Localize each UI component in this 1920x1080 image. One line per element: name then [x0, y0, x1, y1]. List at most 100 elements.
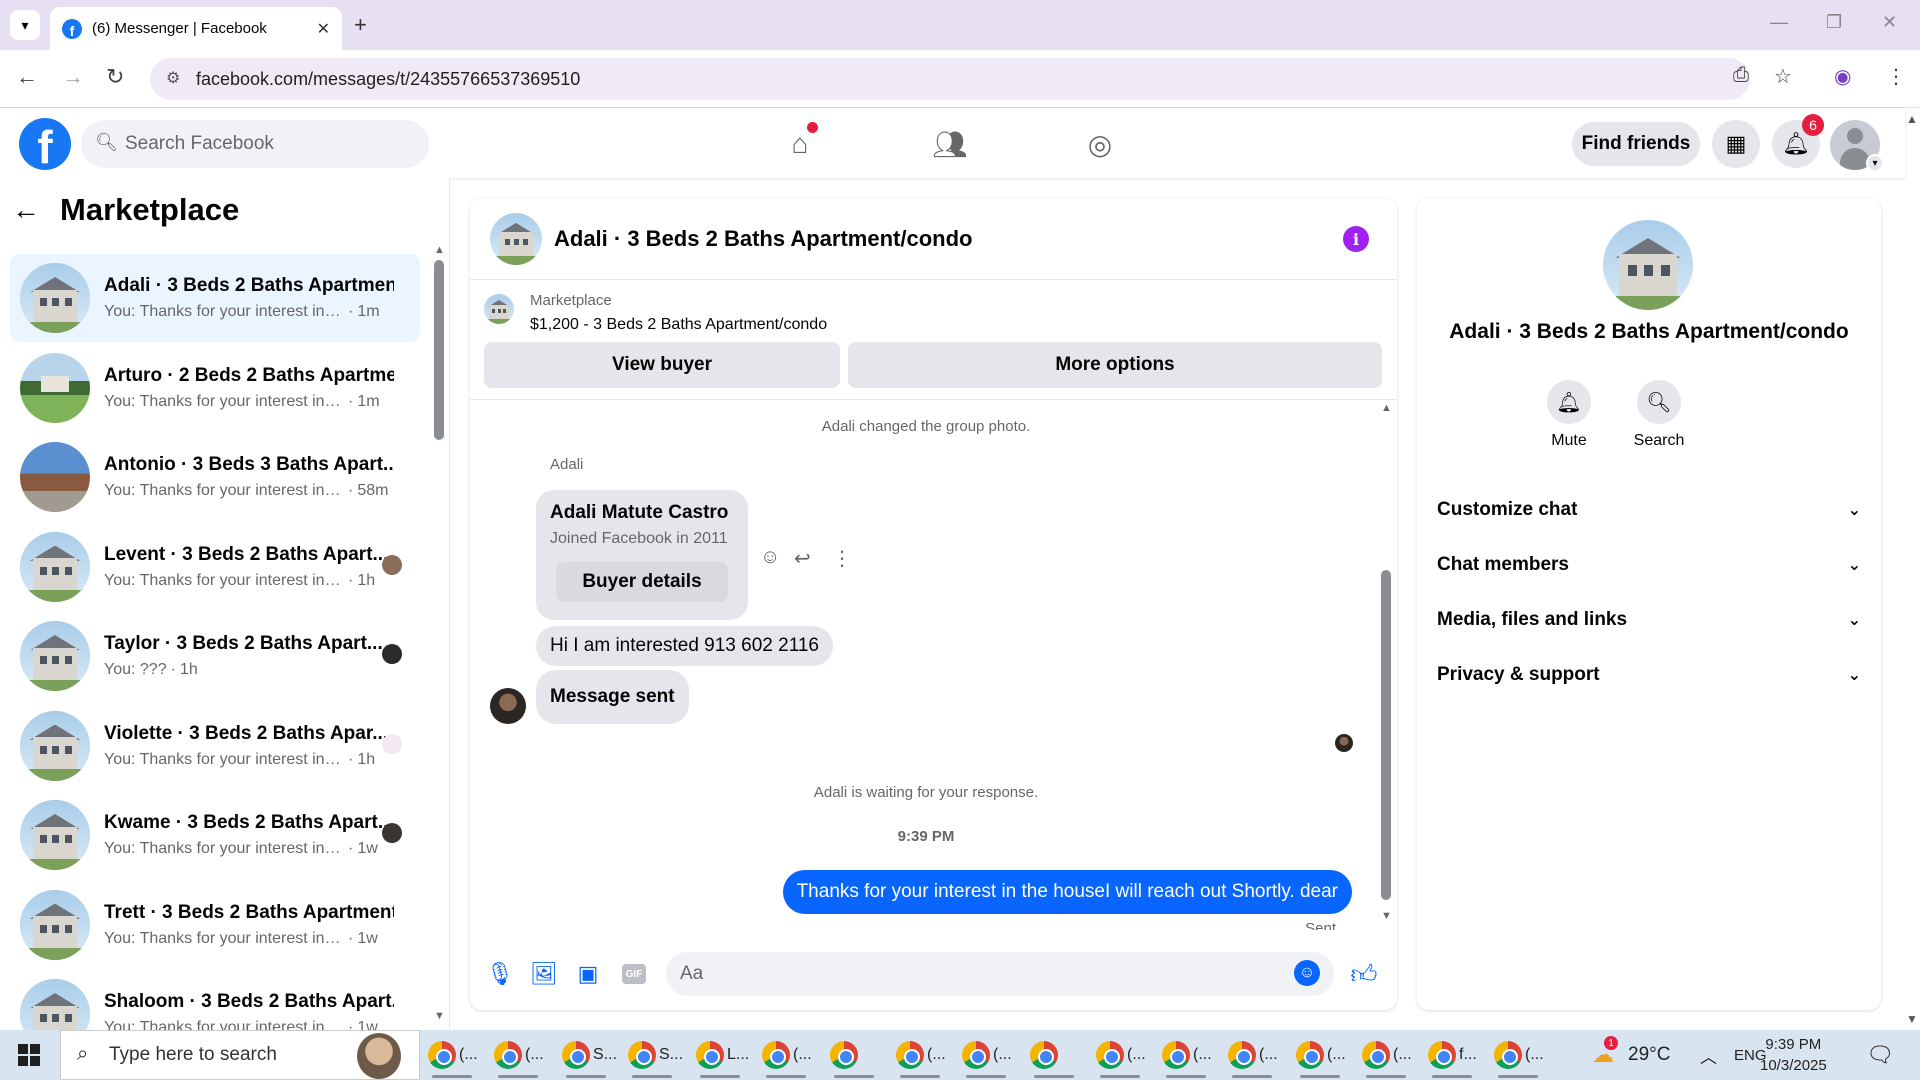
taskbar-app[interactable]: S...	[562, 1038, 617, 1078]
more-actions-icon[interactable]: ⋮	[832, 546, 852, 571]
sidebar-scrollbar[interactable]: ▲	[434, 244, 445, 618]
windows-start-icon[interactable]	[18, 1044, 40, 1066]
attach-photo-icon[interactable]: 🖼︎	[530, 960, 558, 988]
notification-center-icon[interactable]: 🗨︎	[1866, 1030, 1894, 1080]
restore-icon[interactable]: ❐	[1826, 12, 1842, 33]
chat-avatar[interactable]	[490, 212, 542, 265]
chat-title[interactable]: Adali · 3 Beds 2 Baths Apartment/condo	[554, 226, 972, 252]
taskbar-app-label: f...	[1459, 1046, 1477, 1063]
back-arrow-icon[interactable]: ←	[12, 194, 40, 226]
facebook-search-input[interactable]: 🔍︎ Search Facebook	[81, 120, 429, 168]
install-app-icon[interactable]: ⎙	[1733, 64, 1749, 87]
page-scroll-down-icon[interactable]: ▼	[1906, 1012, 1918, 1026]
menu-kebab-icon[interactable]: ⋮	[1886, 64, 1906, 89]
site-settings-icon[interactable]: ⚙	[166, 68, 180, 88]
taskbar-app[interactable]: (...	[428, 1038, 478, 1078]
reply-icon[interactable]: ↩	[794, 546, 811, 571]
chat-members-row[interactable]: Chat members ⌄	[1437, 545, 1861, 585]
tray-chevron-icon[interactable]: ︿	[1700, 1030, 1717, 1080]
scroll-down-icon[interactable]: ▼	[1381, 910, 1392, 922]
chat-scroll-thumb[interactable]	[1381, 570, 1391, 900]
scroll-up-icon[interactable]: ▲	[1381, 402, 1392, 414]
facebook-logo-icon[interactable]: f	[19, 118, 71, 170]
window-close-icon[interactable]: ✕	[1882, 12, 1897, 33]
taskbar-search-input[interactable]: ⌕ Type here to search	[60, 1030, 420, 1080]
taskbar-app[interactable]: (...	[494, 1038, 544, 1078]
app-active-indicator	[966, 1075, 1006, 1078]
tab-list-button[interactable]: ▾	[10, 10, 40, 40]
sender-avatar[interactable]	[490, 688, 526, 724]
conversation-item[interactable]: Adali · 3 Beds 2 Baths Apartmen... You: T…	[10, 254, 420, 342]
bookmark-star-icon[interactable]: ☆	[1774, 64, 1792, 89]
microphone-icon[interactable]: 🎙︎	[486, 960, 514, 988]
taskbar-app[interactable]: (...	[1362, 1038, 1412, 1078]
emoji-icon[interactable]: ☺	[1294, 960, 1320, 986]
media-files-links-row[interactable]: Media, files and links ⌄	[1437, 600, 1861, 640]
customize-chat-row[interactable]: Customize chat ⌄	[1437, 490, 1861, 530]
groups-icon[interactable]: ◎	[1080, 124, 1120, 164]
info-icon[interactable]: i	[1343, 226, 1369, 252]
conversation-item[interactable]: Violette · 3 Beds 2 Baths Apar... You: Th…	[10, 702, 420, 790]
friends-icon[interactable]: 👥︎	[930, 124, 970, 164]
taskbar-app[interactable]: (...	[1296, 1038, 1346, 1078]
conversation-item[interactable]: Taylor · 3 Beds 2 Baths Apart... You: ???…	[10, 612, 420, 700]
listing-title[interactable]: $1,200 - 3 Beds 2 Baths Apartment/condo	[530, 316, 827, 334]
sticker-icon[interactable]: ▣	[574, 960, 602, 988]
taskbar-app[interactable]: S...	[628, 1038, 683, 1078]
conversation-avatar[interactable]	[1603, 220, 1693, 310]
taskbar-app[interactable]: f...	[1428, 1038, 1477, 1078]
minimize-icon[interactable]: —	[1770, 12, 1788, 33]
taskbar-app[interactable]	[1030, 1038, 1074, 1078]
url-bar[interactable]: ⚙ facebook.com/messages/t/24355766537369…	[150, 58, 1750, 100]
taskbar-app[interactable]: L...	[696, 1038, 749, 1078]
incoming-message[interactable]: Hi I am interested 913 602 2116	[536, 626, 833, 666]
account-chevron-icon[interactable]: ▾	[1866, 154, 1884, 172]
conversation-item[interactable]: Kwame · 3 Beds 2 Baths Apart... You: Than…	[10, 791, 420, 879]
conversation-item[interactable]: Antonio · 3 Beds 3 Baths Apart... You: Th…	[10, 433, 420, 521]
gif-icon[interactable]: GIF	[622, 964, 646, 984]
scroll-up-icon[interactable]: ▲	[434, 244, 445, 256]
conversation-item[interactable]: Trett · 3 Beds 2 Baths Apartment... You: …	[10, 881, 420, 969]
close-icon[interactable]: ✕	[317, 19, 330, 39]
browser-tab-messenger[interactable]: f (6) Messenger | Facebook ✕	[50, 7, 342, 50]
incoming-message[interactable]: Message sent	[536, 670, 689, 724]
taskbar-app[interactable]: (...	[962, 1038, 1012, 1078]
taskbar-app[interactable]: (...	[1494, 1038, 1544, 1078]
menu-grid-icon[interactable]: ▦	[1712, 120, 1760, 168]
taskbar-app[interactable]	[830, 1038, 874, 1078]
scroll-down-icon[interactable]: ▼	[434, 1010, 445, 1022]
buyer-details-button[interactable]: Buyer details	[556, 562, 728, 602]
taskbar-app[interactable]: (...	[762, 1038, 812, 1078]
taskbar-app[interactable]: (...	[1228, 1038, 1278, 1078]
notifications-bell-icon[interactable]: 🔔︎ 6	[1772, 114, 1824, 168]
mute-action[interactable]: 🔔︎ Mute	[1529, 380, 1609, 450]
find-friends-button[interactable]: Find friends	[1572, 122, 1700, 166]
taskbar-app[interactable]: (...	[1162, 1038, 1212, 1078]
home-notification-dot	[807, 122, 818, 133]
react-emoji-icon[interactable]: ☺	[760, 546, 780, 569]
message-input[interactable]: Aa ☺	[666, 952, 1334, 996]
home-icon[interactable]: ⌂	[780, 122, 820, 164]
thumbs-up-icon[interactable]: 👍︎	[1350, 959, 1378, 989]
taskbar-app[interactable]: (...	[1096, 1038, 1146, 1078]
outgoing-message[interactable]: Thanks for your interest in the houseI w…	[782, 870, 1352, 914]
reload-icon[interactable]: ↻	[106, 64, 124, 90]
taskbar-app[interactable]: (...	[896, 1038, 946, 1078]
page-scroll-up-icon[interactable]: ▲	[1906, 112, 1918, 126]
search-action[interactable]: 🔍︎ Search	[1619, 380, 1699, 450]
conversation-item[interactable]: Levent · 3 Beds 2 Baths Apart... You: Tha…	[10, 523, 420, 611]
conversation-item[interactable]: Arturo · 2 Beds 2 Baths Apartme... You: T…	[10, 344, 420, 432]
more-options-button[interactable]: More options	[848, 342, 1382, 388]
privacy-support-row[interactable]: Privacy & support ⌄	[1437, 655, 1861, 695]
back-icon[interactable]: ←	[16, 64, 38, 90]
new-tab-icon[interactable]: +	[354, 12, 367, 38]
conversation-item[interactable]: Shaloom · 3 Beds 2 Baths Apart... You: Th…	[10, 970, 420, 1030]
house-photo-window	[64, 835, 72, 844]
view-buyer-button[interactable]: View buyer	[484, 342, 840, 388]
profile-icon[interactable]: ◉	[1834, 64, 1851, 89]
chat-scrollbar[interactable]: ▲ ▼	[1381, 402, 1392, 924]
weather-widget[interactable]: ☁ 1 29°C	[1592, 1030, 1670, 1080]
forward-icon[interactable]: →	[62, 64, 84, 90]
taskbar-clock[interactable]: 9:39 PM 10/3/2025	[1760, 1034, 1827, 1076]
sidebar-scroll-thumb[interactable]	[434, 260, 444, 440]
